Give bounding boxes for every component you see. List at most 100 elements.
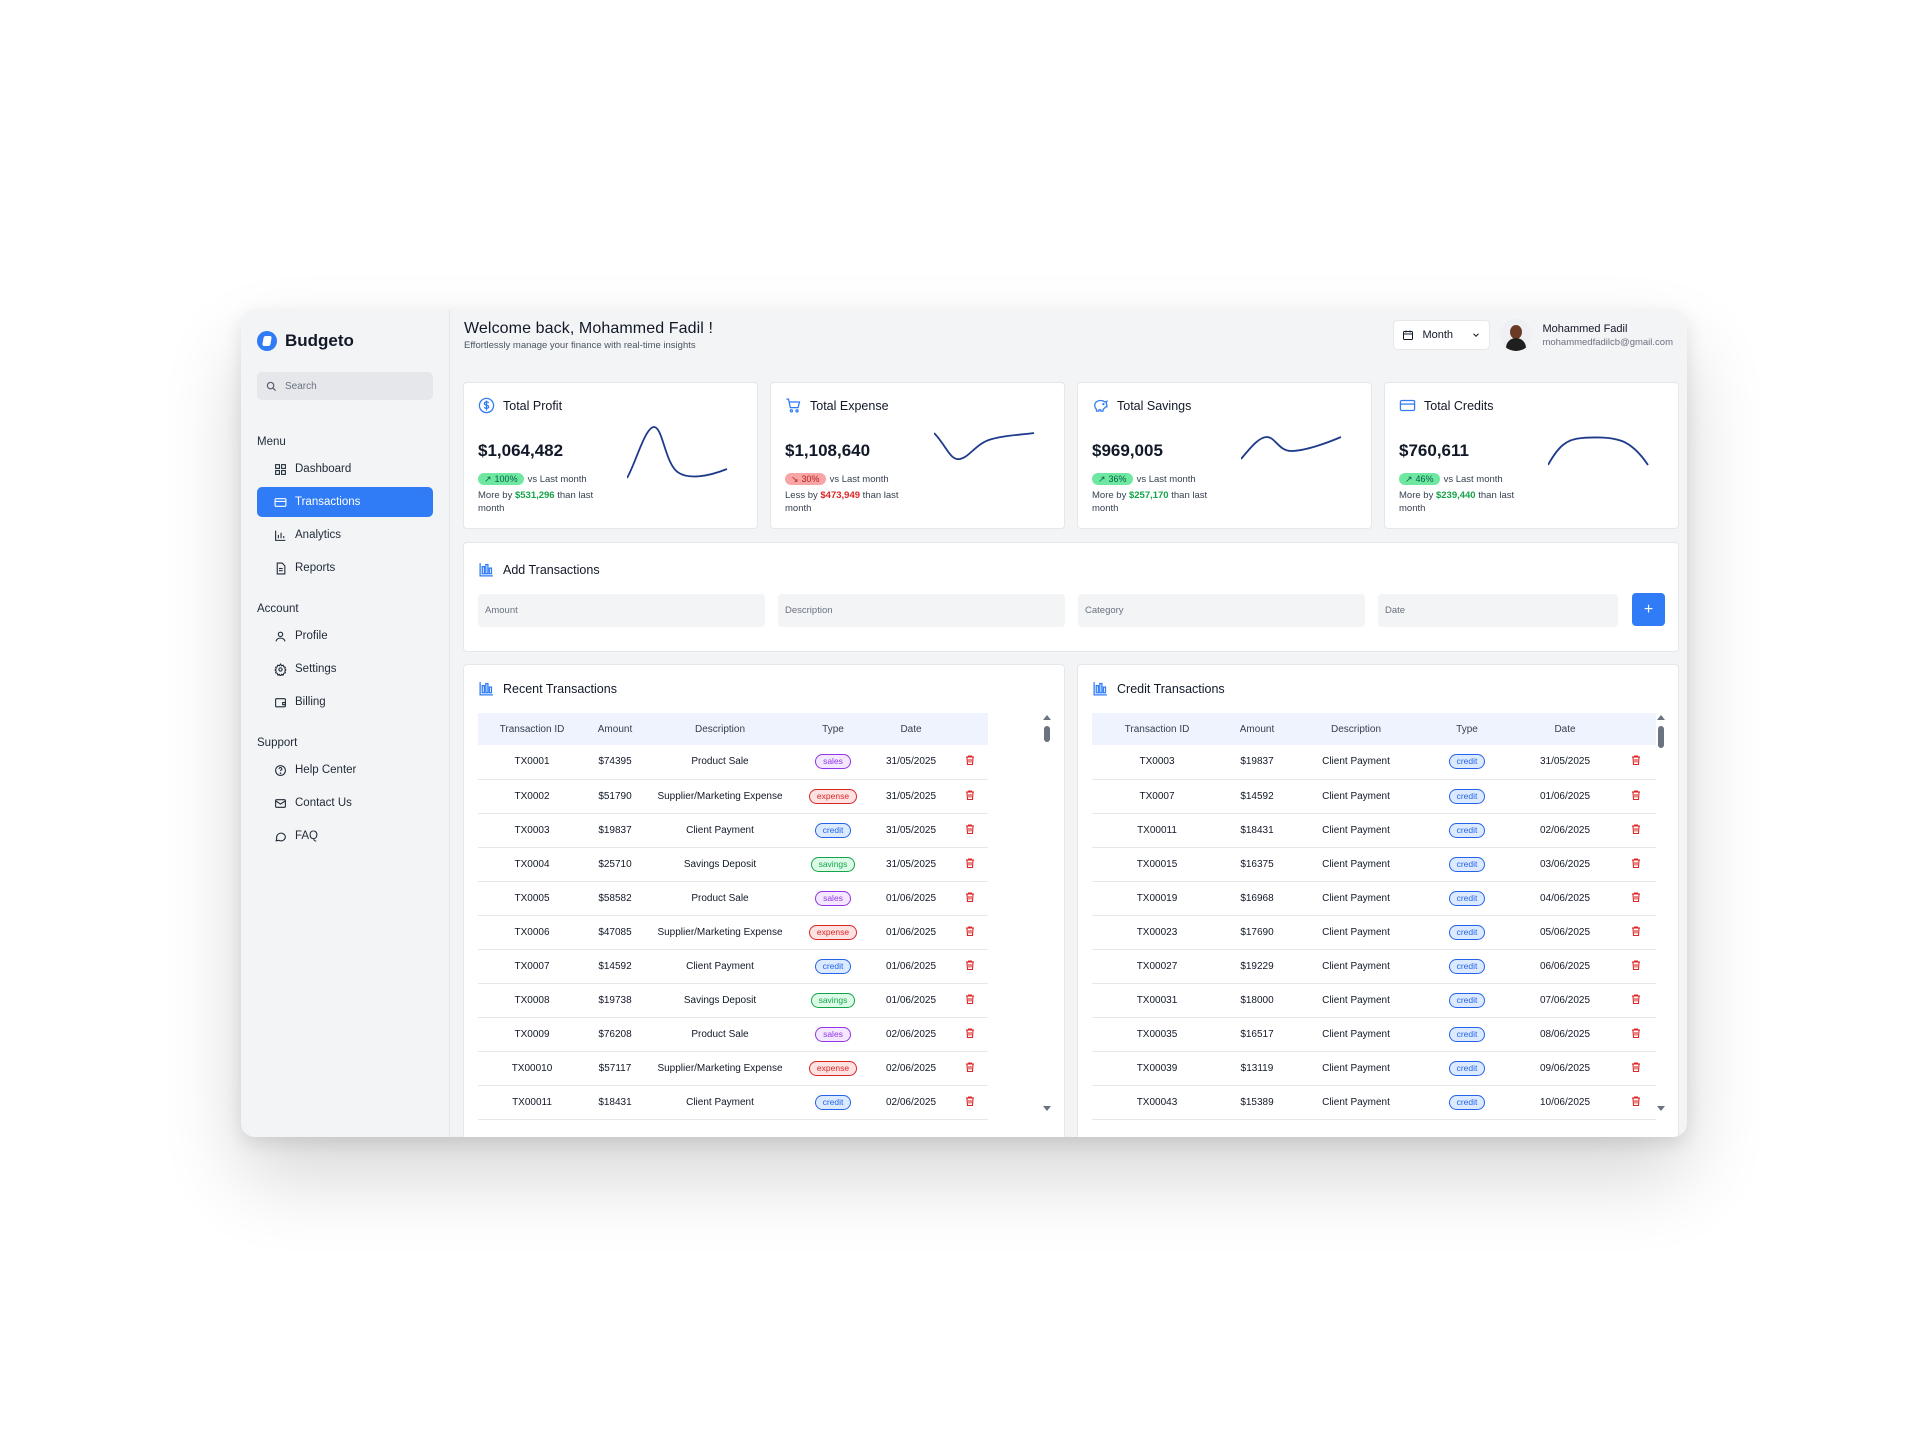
column-header[interactable]: Date: [1514, 713, 1616, 745]
column-header[interactable]: Transaction ID: [1092, 713, 1222, 745]
note-prefix: More by: [1092, 490, 1127, 501]
trash-icon[interactable]: [964, 1027, 976, 1039]
stat-change: ↘ 30% vs Last month: [785, 473, 889, 485]
trash-icon[interactable]: [1630, 1027, 1642, 1039]
trash-icon[interactable]: [964, 1095, 976, 1107]
category-input[interactable]: [1078, 594, 1365, 627]
scrollbar[interactable]: [1043, 715, 1051, 1125]
column-header[interactable]: Description: [1292, 713, 1420, 745]
trash-icon[interactable]: [964, 959, 976, 971]
trash-icon[interactable]: [1630, 993, 1642, 1005]
table-row[interactable]: TX0004 $25710 Savings Deposit savings 31/05/…: [478, 847, 988, 882]
trash-icon[interactable]: [1630, 891, 1642, 903]
sidebar-item-help-center[interactable]: Help Center: [257, 755, 433, 785]
trash-icon[interactable]: [1630, 789, 1642, 801]
table-row[interactable]: TX0007 $14592 Client Payment credit 01/06/20…: [1092, 779, 1656, 814]
table-row[interactable]: TX00043 $15389 Client Payment credit 10/06/2…: [1092, 1085, 1656, 1120]
table-row[interactable]: TX0001 $74395 Product Sale sales 31/05/2025: [478, 745, 988, 780]
sidebar-item-reports[interactable]: Reports: [257, 553, 433, 583]
table-row[interactable]: TX00011 $18431 Client Payment credit 02/06/2…: [478, 1085, 988, 1120]
trash-icon[interactable]: [1630, 1061, 1642, 1073]
table-row[interactable]: TX00039 $13119 Client Payment credit 09/06/2…: [1092, 1051, 1656, 1086]
transaction-id-cell: TX0007: [478, 949, 586, 984]
trash-icon[interactable]: [964, 891, 976, 903]
column-header[interactable]: Type: [1420, 713, 1514, 745]
stat-value: $760,611: [1399, 441, 1469, 460]
table-row[interactable]: TX00010 $57117 Supplier/Marketing Expense e…: [478, 1051, 988, 1086]
gear-icon: [274, 662, 287, 676]
scroll-thumb[interactable]: [1044, 726, 1050, 742]
sidebar-item-analytics[interactable]: Analytics: [257, 520, 433, 550]
column-header[interactable]: Description: [644, 713, 796, 745]
sidebar-item-billing[interactable]: Billing: [257, 687, 433, 717]
column-header[interactable]: Amount: [586, 713, 644, 745]
table-row[interactable]: TX0007 $14592 Client Payment credit 01/06/20…: [478, 949, 988, 984]
column-header[interactable]: Amount: [1222, 713, 1292, 745]
trash-icon[interactable]: [964, 993, 976, 1005]
change-compare: vs Last month: [1443, 473, 1503, 485]
trash-icon[interactable]: [964, 823, 976, 835]
change-percent: 100%: [494, 474, 518, 484]
table-row[interactable]: TX0006 $47085 Supplier/Marketing Expense ex…: [478, 915, 988, 950]
type-badge: credit: [1448, 992, 1486, 1008]
search-box[interactable]: [257, 372, 433, 400]
trash-icon[interactable]: [964, 925, 976, 937]
table-row[interactable]: TX0005 $58582 Product Sale sales 01/06/2025: [478, 881, 988, 916]
avatar[interactable]: [1500, 319, 1533, 351]
trash-icon[interactable]: [1630, 857, 1642, 869]
amount-cell: $17690: [1222, 915, 1292, 950]
type-badge: credit: [1448, 1060, 1486, 1076]
sidebar-item-faq[interactable]: FAQ: [257, 821, 433, 851]
table-row[interactable]: TX00023 $17690 Client Payment credit 05/06/2…: [1092, 915, 1656, 950]
logo[interactable]: Budgeto: [257, 330, 433, 352]
period-select[interactable]: Month: [1393, 320, 1491, 350]
scroll-up-arrow[interactable]: [1043, 715, 1051, 720]
column-header[interactable]: Type: [796, 713, 870, 745]
trash-icon[interactable]: [1630, 823, 1642, 835]
table-row[interactable]: TX0003 $19837 Client Payment credit 31/05/20…: [478, 813, 988, 848]
trash-icon[interactable]: [964, 857, 976, 869]
table-row[interactable]: TX00027 $19229 Client Payment credit 06/06/2…: [1092, 949, 1656, 984]
table-row[interactable]: TX0008 $19738 Savings Deposit savings 01/06/…: [478, 983, 988, 1018]
add-transaction-button[interactable]: +: [1632, 593, 1665, 626]
table-row[interactable]: TX0003 $19837 Client Payment credit 31/05/20…: [1092, 745, 1656, 780]
trash-icon[interactable]: [1630, 1095, 1642, 1107]
trash-icon[interactable]: [1630, 754, 1642, 766]
sidebar-item-transactions[interactable]: Transactions: [257, 487, 433, 517]
scroll-up-arrow[interactable]: [1657, 715, 1665, 720]
user-profile[interactable]: Mohammed Fadil mohammedfadilcb@gmail.com: [1500, 319, 1673, 351]
amount-input[interactable]: [478, 594, 765, 627]
scroll-down-arrow[interactable]: [1043, 1106, 1051, 1111]
scrollbar[interactable]: [1657, 715, 1665, 1125]
table-row[interactable]: TX00035 $16517 Client Payment credit 08/06/2…: [1092, 1017, 1656, 1052]
scroll-thumb[interactable]: [1658, 726, 1664, 748]
table-row[interactable]: TX00031 $18000 Client Payment credit 07/06/2…: [1092, 983, 1656, 1018]
column-header[interactable]: Date: [870, 713, 952, 745]
trash-icon[interactable]: [1630, 925, 1642, 937]
date-input[interactable]: [1378, 594, 1618, 627]
trash-icon[interactable]: [964, 789, 976, 801]
table-row[interactable]: TX00019 $16968 Client Payment credit 04/06/2…: [1092, 881, 1656, 916]
wallet-icon: [275, 697, 286, 707]
trash-icon[interactable]: [964, 1061, 976, 1073]
table-row[interactable]: TX00015 $16375 Client Payment credit 03/06/2…: [1092, 847, 1656, 882]
table-row[interactable]: TX0002 $51790 Supplier/Marketing Expense ex…: [478, 779, 988, 814]
description-cell: Product Sale: [644, 745, 796, 780]
type-cell: credit: [796, 1085, 870, 1120]
search-input[interactable]: [285, 380, 405, 392]
table-row[interactable]: TX00011 $18431 Client Payment credit 02/06/2…: [1092, 813, 1656, 848]
column-header[interactable]: Transaction ID: [478, 713, 586, 745]
type-cell: credit: [1420, 1085, 1514, 1120]
sidebar-item-profile[interactable]: Profile: [257, 621, 433, 651]
sidebar-item-contact-us[interactable]: Contact Us: [257, 788, 433, 818]
support-section-title: Support: [257, 737, 298, 749]
description-input[interactable]: [778, 594, 1065, 627]
trash-icon[interactable]: [964, 754, 976, 766]
date-cell: 31/05/2025: [870, 847, 952, 882]
topbar: Welcome back, Mohammed Fadil ! Effortles…: [450, 310, 1687, 360]
sidebar-item-dashboard[interactable]: Dashboard: [257, 454, 433, 484]
table-row[interactable]: TX0009 $76208 Product Sale sales 02/06/2025: [478, 1017, 988, 1052]
scroll-down-arrow[interactable]: [1657, 1106, 1665, 1111]
trash-icon[interactable]: [1630, 959, 1642, 971]
sidebar-item-settings[interactable]: Settings: [257, 654, 433, 684]
